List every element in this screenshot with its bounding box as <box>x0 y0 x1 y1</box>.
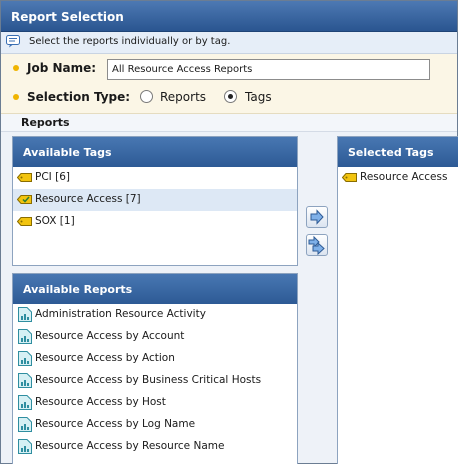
report-icon <box>18 351 32 366</box>
available-tags-panel: Available Tags PCI [6] Resource Access [… <box>12 136 298 266</box>
available-reports-header: Available Reports <box>13 274 297 304</box>
tags-radio-label[interactable]: Tags <box>245 90 272 104</box>
tag-checked-icon <box>17 195 32 204</box>
selected-tag-label: Resource Access <box>360 171 448 183</box>
radio-selected-dot <box>228 94 233 99</box>
selected-tags-list: Resource Access <box>338 167 458 189</box>
reports-radio[interactable] <box>140 90 153 103</box>
available-reports-list: Administration Resource Activity Resourc… <box>13 304 297 458</box>
job-name-input[interactable] <box>107 59 430 80</box>
reports-radio-label[interactable]: Reports <box>160 90 206 104</box>
available-tags-list: PCI [6] Resource Access [7] SOX [1] <box>13 167 297 233</box>
report-icon <box>18 373 32 388</box>
tag-item-sox[interactable]: SOX [1] <box>13 211 297 233</box>
add-selected-button[interactable] <box>306 206 328 228</box>
report-item-label: Resource Access by Log Name <box>35 418 196 430</box>
required-bullet-icon <box>13 94 19 100</box>
tag-item-pci[interactable]: PCI [6] <box>13 167 297 189</box>
available-tags-header: Available Tags <box>13 137 297 167</box>
job-name-row: Job Name: <box>1 58 457 80</box>
reports-section-title: Reports <box>21 116 70 129</box>
report-item[interactable]: Resource Access by Business Critical Hos… <box>13 370 297 392</box>
report-icon <box>18 439 32 454</box>
double-arrow-right-icon <box>308 235 325 256</box>
job-settings: Job Name: Selection Type: Reports Tags <box>1 54 457 114</box>
available-reports-panel: Available Reports Administration Resourc… <box>12 273 298 464</box>
selected-tag-item[interactable]: Resource Access <box>338 167 458 189</box>
report-item[interactable]: Administration Resource Activity <box>13 304 297 326</box>
report-item-label: Resource Access by Business Critical Hos… <box>35 374 262 386</box>
report-item[interactable]: Resource Access by Host <box>13 392 297 414</box>
report-item[interactable]: Resource Access by Action <box>13 348 297 370</box>
selected-tags-panel: Selected Tags Resource Access <box>337 136 458 464</box>
arrow-right-icon <box>310 209 324 225</box>
tags-radio[interactable] <box>224 90 237 103</box>
report-item-label: Resource Access by Host <box>35 396 166 408</box>
hint-bar: Select the reports individually or by ta… <box>1 32 457 54</box>
report-item[interactable]: Resource Access by Log Name <box>13 414 297 436</box>
report-item-label: Resource Access by Account <box>35 330 185 342</box>
tag-icon <box>17 173 32 182</box>
info-note-icon <box>6 35 20 48</box>
tag-item-label: Resource Access [7] <box>35 193 141 205</box>
job-name-label: Job Name: <box>27 61 97 75</box>
report-item-label: Resource Access by Resource Name <box>35 440 225 452</box>
report-item[interactable]: Resource Access by Resource Name <box>13 436 297 458</box>
required-bullet-icon <box>13 65 19 71</box>
reports-section-header: Reports <box>1 114 457 132</box>
tag-item-label: SOX [1] <box>35 215 75 227</box>
hint-text: Select the reports individually or by ta… <box>29 36 231 47</box>
report-item[interactable]: Resource Access by Account <box>13 326 297 348</box>
report-icon <box>18 307 32 322</box>
report-icon <box>18 417 32 432</box>
tag-icon <box>17 217 32 226</box>
tag-item-label: PCI [6] <box>35 171 70 183</box>
tag-icon <box>342 173 357 182</box>
add-all-button[interactable] <box>306 234 328 256</box>
selection-type-label: Selection Type: <box>27 90 131 104</box>
report-icon <box>18 329 32 344</box>
tag-item-resource-access[interactable]: Resource Access [7] <box>13 189 297 211</box>
report-item-label: Administration Resource Activity <box>35 308 206 320</box>
report-icon <box>18 395 32 410</box>
report-item-label: Resource Access by Action <box>35 352 175 364</box>
selection-type-row: Selection Type: Reports Tags <box>1 87 457 109</box>
selected-tags-header: Selected Tags <box>338 137 458 167</box>
window-title: Report Selection <box>1 1 457 32</box>
